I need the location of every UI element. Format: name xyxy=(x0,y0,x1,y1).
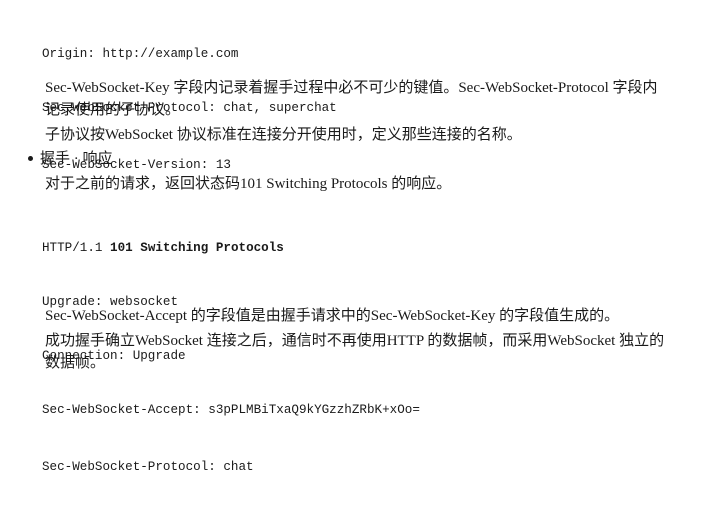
bullet-dot-icon xyxy=(28,156,33,162)
paragraph-key-protocol: Sec-WebSocket-Key 字段内记录着握手过程中必不可少的键值。Sec… xyxy=(45,80,658,118)
bullet-label: 握手 · 响应 xyxy=(40,151,113,167)
paragraph-after-handshake: 成功握手确立WebSocket 连接之后，通信时不再使用HTTP 的数据帧，而采… xyxy=(45,333,665,371)
bullet-handshake-response: 握手 · 响应 xyxy=(28,148,113,170)
status-prefix: HTTP/1.1 xyxy=(42,241,111,255)
paragraph-response-intro: 对于之前的请求，返回状态码101 Switching Protocols 的响应… xyxy=(45,176,452,192)
paragraph-subprotocol: 子协议按WebSocket 协议标准在连接分开使用时，定义那些连接的名称。 xyxy=(45,127,522,143)
paragraph-accept: Sec-WebSocket-Accept 的字段值是由握手请求中的Sec-Web… xyxy=(45,308,620,324)
status-bold: 101 Switching Protocols xyxy=(110,241,284,255)
code-line-status: HTTP/1.1 101 Switching Protocols xyxy=(42,239,420,257)
code-line-origin: Origin: http://example.com xyxy=(42,47,239,61)
code-line-response-protocol: Sec-WebSocket-Protocol: chat xyxy=(42,460,254,474)
document-page: Origin: http://example.com Sec-WebSocket… xyxy=(0,0,717,474)
code-line-accept: Sec-WebSocket-Accept: s3pPLMBiTxaQ9kYGzz… xyxy=(42,403,420,417)
